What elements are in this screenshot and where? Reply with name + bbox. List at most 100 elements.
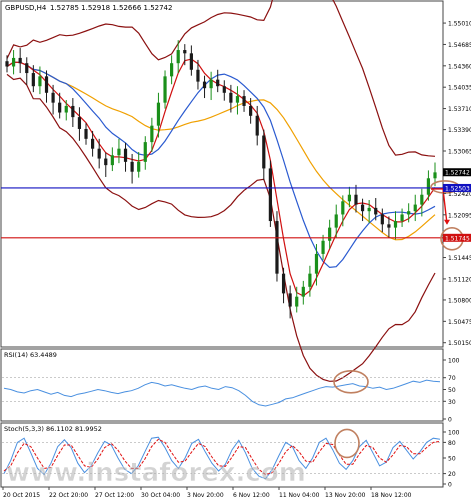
candle-body (84, 128, 88, 139)
candle-body (189, 53, 193, 70)
candle-body (367, 207, 371, 212)
rsi-tick-label: 70 (448, 375, 456, 382)
price-tick-label: 1.54360 (448, 63, 471, 70)
price-tick-label: 1.55010 (448, 21, 471, 28)
candle-body (31, 73, 35, 87)
candle-body (235, 96, 240, 103)
ohlc-label: 1.52785 1.52918 1.52666 1.52742 (50, 4, 172, 12)
candle-body (255, 115, 259, 136)
candle-body (380, 214, 384, 225)
candle-body (91, 138, 95, 149)
watermark: www.instaforex.com (6, 458, 306, 489)
candle-body (347, 194, 351, 202)
symbol-label: GBPUSD,H4 (5, 4, 47, 12)
price-tick-label: 1.50150 (448, 340, 471, 347)
candle-body (44, 76, 49, 93)
price-tick-label: 1.51120 (448, 276, 471, 283)
rsi-tick-label: 30 (448, 399, 456, 406)
date-tick-label: 3 Nov 20:00 (187, 492, 224, 499)
candle-body (222, 86, 226, 93)
candle-body (176, 50, 180, 64)
rsi-tick-label: 0 (448, 417, 452, 424)
candle-body (334, 214, 338, 228)
candle-body (77, 117, 82, 129)
candle-body (25, 63, 29, 74)
candle-body (209, 79, 213, 89)
candle-body (308, 273, 312, 287)
candle-body (38, 76, 42, 87)
rsi-panel-frame (0, 348, 444, 422)
candle-body (110, 155, 114, 166)
candle-body (262, 135, 266, 169)
candle-body (374, 207, 378, 215)
candle-body (196, 69, 200, 82)
stoch-tick-label: 50 (448, 456, 456, 463)
price-tick-label: 1.53065 (448, 148, 471, 155)
price-tick-label: 1.52095 (448, 212, 471, 219)
candle-body (117, 148, 121, 156)
candle-body (51, 92, 55, 103)
candle-body (281, 273, 286, 294)
stoch-tick-label: 100 (448, 430, 460, 437)
candle-body (341, 201, 345, 215)
current-price-label: 1.52742 (445, 170, 470, 177)
annotation-arrow-head (444, 219, 450, 225)
candle-body (242, 96, 246, 106)
main-panel-frame (0, 0, 444, 348)
candle-body (321, 240, 325, 254)
candle-body (143, 142, 147, 162)
stoch-tick-label: 20 (448, 471, 456, 478)
price-tick-label: 1.53710 (448, 106, 471, 113)
candle-body (170, 63, 174, 77)
stoch-tick-label: 0 (448, 482, 452, 489)
candle-body (420, 194, 424, 205)
candle-body (301, 286, 305, 297)
price-tick-label: 1.54685 (448, 42, 471, 49)
date-tick-label: 30 Oct 04:00 (141, 492, 180, 499)
candle-body (426, 178, 431, 195)
candle-body (288, 293, 292, 307)
candle-body (11, 57, 16, 67)
candle-body (216, 79, 220, 87)
date-tick-label: 20 Oct 2015 (3, 492, 40, 499)
candle-body (64, 105, 68, 113)
candle-body (295, 296, 299, 307)
candle-body (123, 148, 128, 162)
candle-body (137, 161, 141, 172)
candle-body (71, 105, 75, 118)
price-tick-label: 1.51445 (448, 255, 471, 262)
price-tick-label: 1.53390 (448, 127, 471, 134)
candle-body (387, 224, 391, 228)
candle-body (5, 61, 9, 67)
date-tick-label: 18 Nov 12:00 (371, 492, 412, 499)
candle-body (202, 81, 207, 89)
level-price-label: 1.51745 (445, 235, 470, 242)
candle-body (156, 102, 161, 126)
date-tick-label: 22 Oct 20:00 (49, 492, 88, 499)
candle-body (328, 227, 332, 241)
chart-svg: 1.55010 1.54685 1.54360 1.54035 1.53710 1.533… (0, 0, 471, 499)
date-tick-label: 27 Oct 12:00 (95, 492, 134, 499)
stoch-tick-label: 80 (448, 440, 456, 447)
candle-body (104, 158, 108, 166)
candle-body (268, 168, 272, 222)
candle-body (275, 221, 279, 274)
stoch-title: Stoch(5,3,3) 86.1102 81.9952 (4, 425, 102, 433)
candle-body (183, 50, 187, 54)
rsi-title: RSI(14) 63.4489 (4, 351, 57, 359)
date-tick-label: 11 Nov 04:00 (279, 492, 320, 499)
rsi-tick-label: 50 (448, 387, 456, 394)
price-tick-label: 1.50800 (448, 297, 471, 304)
candle-body (229, 92, 233, 103)
candle-body (433, 172, 437, 179)
candle-body (163, 76, 167, 103)
watermark-text: www.instaforex.com (6, 458, 306, 488)
candle-body (97, 148, 101, 159)
candle-body (314, 253, 319, 274)
candle-body (400, 214, 404, 222)
candle-body (354, 194, 358, 205)
candle-body (407, 211, 411, 215)
candle-body (150, 125, 154, 143)
candle-body (393, 221, 398, 228)
candle-body (360, 204, 365, 212)
